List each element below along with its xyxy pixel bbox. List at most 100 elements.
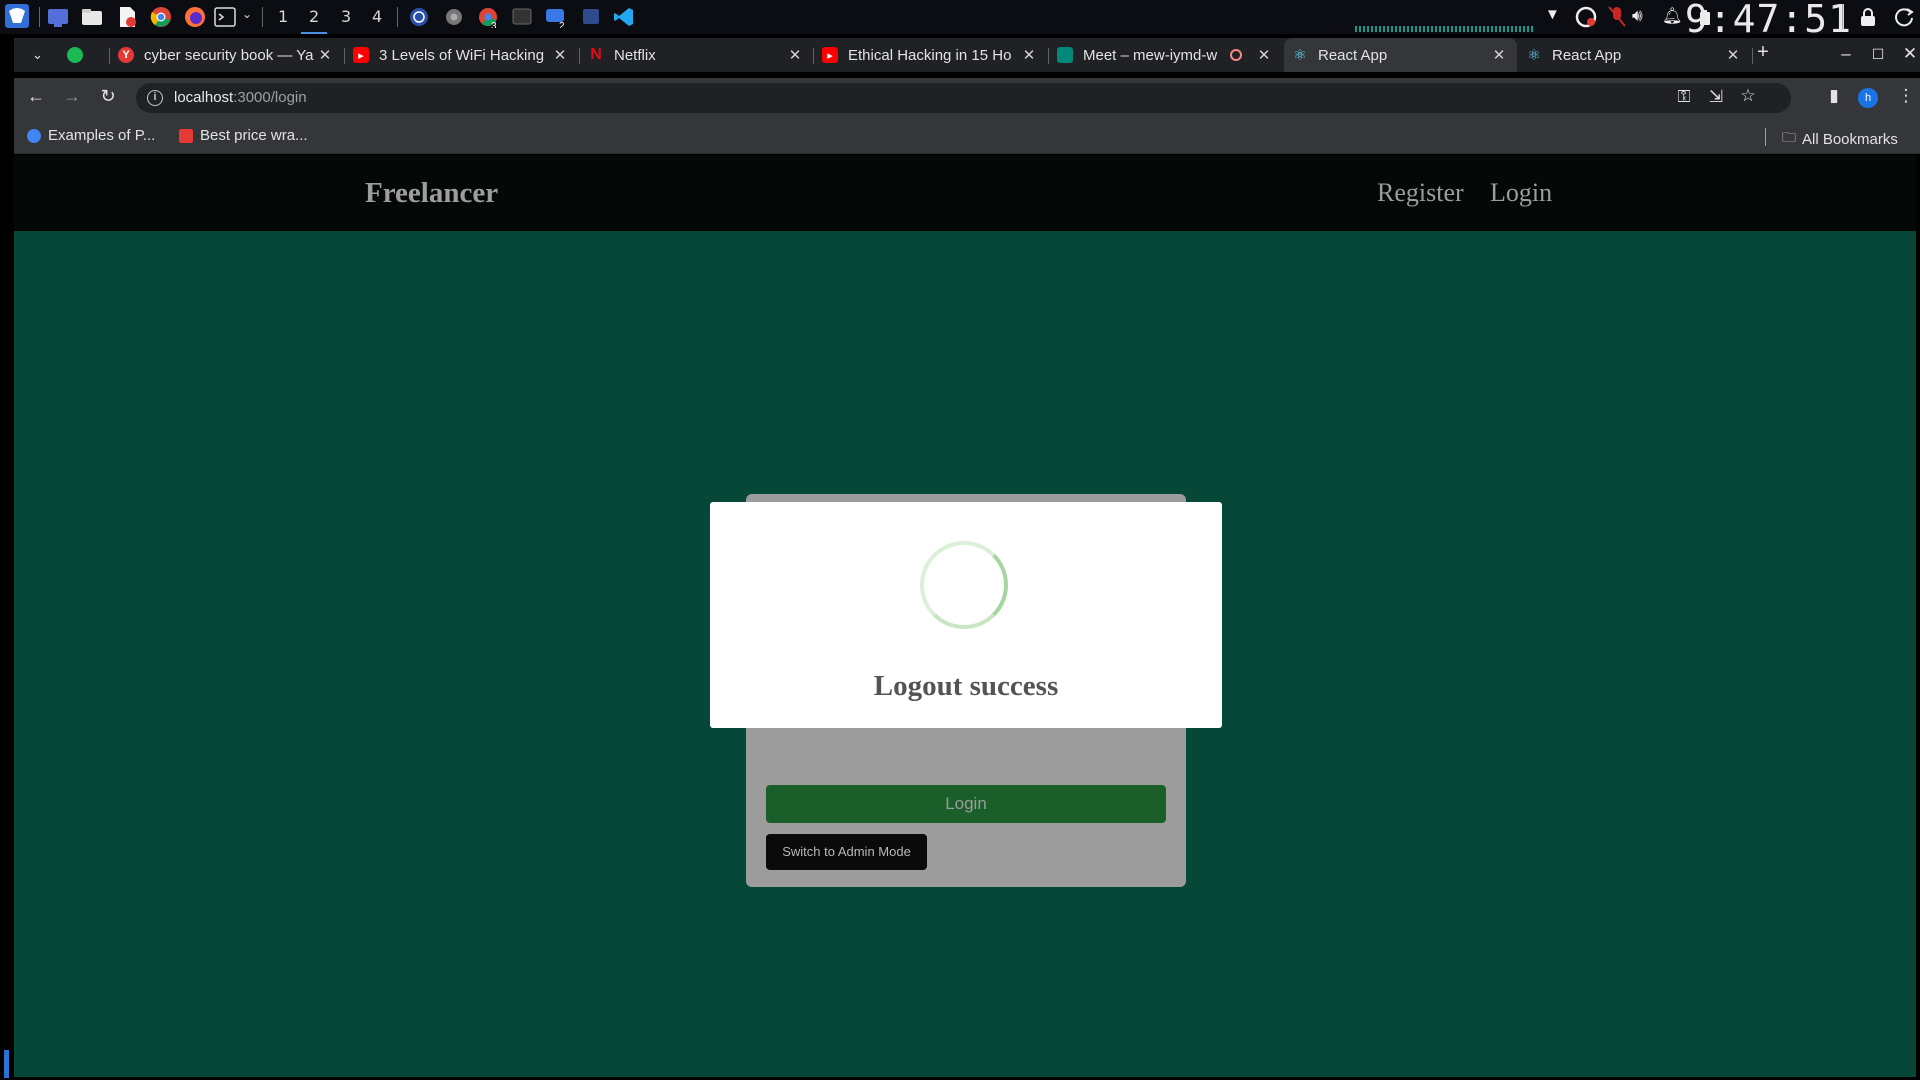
tab-search-button[interactable]: ⌄ bbox=[20, 38, 54, 72]
tab-title: 3 Levels of WiFi Hacking bbox=[379, 46, 545, 64]
chevron-down-icon: ⌄ bbox=[32, 47, 43, 62]
all-bookmarks-button[interactable]: 🗀 All Bookmarks bbox=[1782, 127, 1898, 151]
tab-1[interactable]: Y cyber security book — Ya ✕ bbox=[110, 38, 343, 72]
close-icon[interactable]: ✕ bbox=[1491, 46, 1507, 64]
chrome-window-count: 3 bbox=[491, 21, 497, 28]
firefox-icon[interactable] bbox=[184, 6, 206, 28]
volume-icon[interactable]: 🔊︎ bbox=[1632, 6, 1643, 26]
close-icon[interactable]: ✕ bbox=[552, 46, 568, 64]
chrome-window-icon[interactable] bbox=[443, 6, 465, 28]
react-icon: ⚛ bbox=[1293, 47, 1307, 64]
tab-spotify[interactable] bbox=[59, 38, 105, 72]
tab-3[interactable]: N Netflix ✕ bbox=[580, 38, 813, 72]
chat-icon[interactable]: 2 bbox=[545, 6, 569, 28]
forward-button[interactable]: → bbox=[60, 86, 84, 107]
url-host: localhost bbox=[174, 89, 234, 106]
tab-2[interactable]: ▸ 3 Levels of WiFi Hacking ✕ bbox=[345, 38, 578, 72]
close-icon[interactable]: ✕ bbox=[1021, 46, 1037, 64]
react-icon: ⚛ bbox=[1527, 47, 1541, 64]
modal-title: Logout success bbox=[873, 670, 1059, 702]
mic-muted-icon[interactable] bbox=[1608, 6, 1626, 28]
taskbar-separator bbox=[262, 7, 263, 27]
login-button[interactable]: Login bbox=[766, 785, 1166, 823]
document-icon[interactable] bbox=[116, 6, 138, 28]
address-bar[interactable]: i localhost:3000/login ⚿ ⇲ ☆ bbox=[136, 83, 1791, 113]
logout-success-modal: Logout success bbox=[710, 502, 1222, 728]
bookmark-favicon-icon bbox=[27, 128, 41, 143]
taskbar-separator bbox=[397, 7, 398, 27]
bookmark-item[interactable]: Examples of P... bbox=[27, 127, 155, 144]
image-icon[interactable] bbox=[580, 6, 602, 28]
lock-icon[interactable] bbox=[1859, 6, 1877, 28]
close-icon[interactable]: ✕ bbox=[787, 46, 803, 64]
page-viewport: Freelancer Register Login ••••• Login Sw… bbox=[14, 155, 1916, 1077]
password-key-icon[interactable]: ⚿ bbox=[1672, 87, 1696, 107]
tab-title: Netflix bbox=[614, 46, 656, 64]
app-launcher-icon[interactable] bbox=[4, 3, 30, 29]
restart-icon[interactable] bbox=[1893, 6, 1915, 28]
close-window-button[interactable]: ✕ bbox=[1899, 44, 1920, 64]
taskbar-separator bbox=[1843, 4, 1844, 30]
clock: 9:47:51 bbox=[1684, 0, 1852, 41]
close-icon[interactable]: ✕ bbox=[317, 46, 333, 64]
new-tab-button[interactable]: + bbox=[1752, 41, 1774, 64]
bookmark-item[interactable]: Best price wra... bbox=[179, 127, 308, 144]
tab-5[interactable]: Meet – mew-iymd-w ✕ bbox=[1049, 38, 1282, 72]
chevron-down-icon[interactable]: ⌄ bbox=[242, 7, 252, 21]
minimize-button[interactable]: – bbox=[1835, 44, 1857, 64]
chrome-active-icon[interactable]: 3 bbox=[477, 6, 501, 28]
app-navbar: Freelancer Register Login bbox=[14, 155, 1916, 231]
install-app-icon[interactable]: ⇲ bbox=[1704, 87, 1728, 107]
nav-login-link[interactable]: Login bbox=[1490, 178, 1552, 208]
desktop-icon[interactable] bbox=[47, 6, 69, 28]
url-text[interactable]: localhost:3000/login bbox=[174, 89, 307, 106]
workspace-1[interactable]: 1 bbox=[278, 7, 288, 26]
close-icon[interactable]: ✕ bbox=[1725, 46, 1741, 64]
chat-window-count: 2 bbox=[559, 21, 565, 28]
meet-icon bbox=[1057, 47, 1073, 63]
youtube-icon: ▸ bbox=[353, 47, 369, 63]
menu-kebab-icon[interactable]: ⋮ bbox=[1894, 86, 1918, 106]
spotify-icon bbox=[67, 47, 83, 63]
workspace-3[interactable]: 3 bbox=[341, 7, 351, 26]
power-icon[interactable] bbox=[408, 6, 430, 28]
loading-spinner-icon bbox=[920, 541, 1008, 629]
update-icon[interactable] bbox=[1575, 6, 1597, 28]
terminal-icon[interactable] bbox=[214, 6, 236, 28]
bookmarks-bar: Examples of P... Best price wra... 🗀 All… bbox=[14, 118, 1920, 154]
back-button[interactable]: ← bbox=[24, 86, 48, 107]
profile-avatar[interactable]: h bbox=[1858, 88, 1878, 108]
tab-title: React App bbox=[1552, 46, 1622, 64]
workspace-4[interactable]: 4 bbox=[372, 7, 382, 26]
terminal-window-icon[interactable] bbox=[511, 6, 533, 28]
tab-title: Ethical Hacking in 15 Ho bbox=[848, 46, 1012, 64]
chrome-icon[interactable] bbox=[150, 6, 172, 28]
tab-title: cyber security book — Ya bbox=[144, 46, 314, 64]
files-icon[interactable] bbox=[81, 6, 103, 28]
bell-icon[interactable]: 🔔︎ bbox=[1662, 6, 1682, 26]
site-info-icon[interactable]: i bbox=[147, 90, 163, 106]
bookmarks-separator bbox=[1765, 128, 1766, 146]
tab-4[interactable]: ▸ Ethical Hacking in 15 Ho ✕ bbox=[814, 38, 1047, 72]
close-icon[interactable]: ✕ bbox=[1256, 46, 1272, 64]
maximize-button[interactable]: ☐ bbox=[1867, 46, 1889, 63]
bookmark-star-icon[interactable]: ☆ bbox=[1736, 86, 1760, 106]
bookmark-favicon-icon bbox=[179, 128, 193, 143]
bookmark-label: Best price wra... bbox=[200, 127, 308, 144]
brand-logo[interactable]: Freelancer bbox=[365, 177, 498, 210]
side-panel-icon[interactable]: ▮ bbox=[1822, 86, 1846, 106]
nav-register-link[interactable]: Register bbox=[1377, 178, 1464, 208]
os-taskbar: ⌄ 1 2 3 4 3 2 ▼ 🔊︎ 🔔︎ 9:47:51 bbox=[0, 0, 1920, 41]
wifi-icon[interactable]: ▼ bbox=[1545, 6, 1560, 23]
url-path: :3000/login bbox=[233, 89, 307, 106]
yandex-icon: Y bbox=[118, 47, 134, 63]
all-bookmarks-label: All Bookmarks bbox=[1802, 130, 1898, 148]
youtube-icon: ▸ bbox=[822, 47, 838, 63]
tab-6-active[interactable]: ⚛ React App ✕ bbox=[1284, 38, 1517, 72]
tab-7[interactable]: ⚛ React App ✕ bbox=[1518, 38, 1751, 72]
recording-icon bbox=[1230, 49, 1242, 61]
workspace-2[interactable]: 2 bbox=[300, 7, 328, 34]
vscode-icon[interactable] bbox=[613, 6, 635, 28]
reload-button[interactable]: ↻ bbox=[96, 86, 120, 107]
switch-admin-mode-button[interactable]: Switch to Admin Mode bbox=[766, 834, 927, 870]
